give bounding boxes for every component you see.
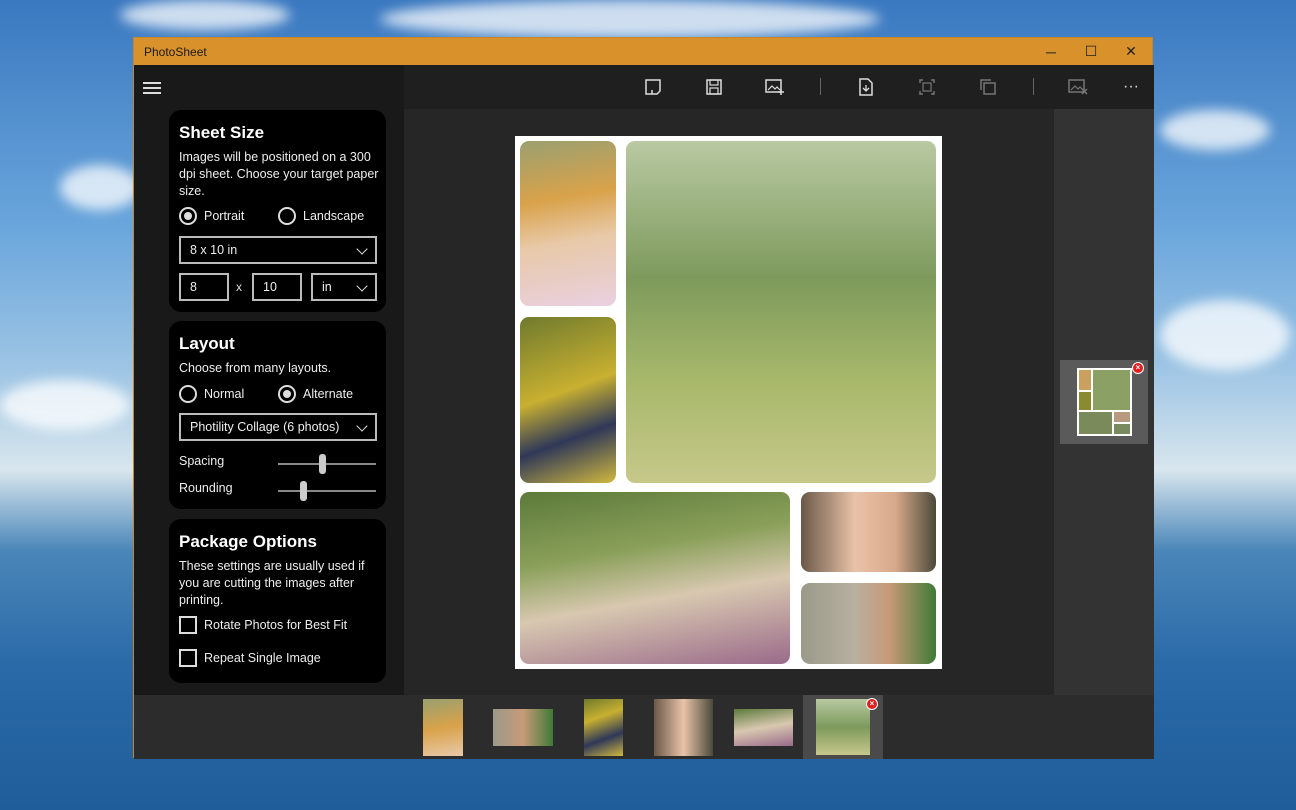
remove-page-icon[interactable]: × [1132,362,1144,374]
rounding-slider-thumb[interactable] [300,481,307,501]
more-icon[interactable]: ··· [1119,75,1143,99]
layout-description: Choose from many layouts. [179,361,332,375]
layout-card: Layout Choose from many layouts. Normal … [169,321,386,509]
export-page-icon[interactable] [854,75,878,99]
collage-photo-girl-flowers[interactable] [520,141,616,306]
radio-unselected-icon [179,385,197,403]
height-value: 10 [263,280,277,294]
desktop-cloud [1160,300,1290,370]
sheet-size-card: Sheet Size Images will be positioned on … [169,110,386,312]
minimize-button[interactable]: ─ [1031,38,1071,65]
maximize-button[interactable]: ☐ [1071,38,1111,65]
save-icon[interactable] [702,75,726,99]
new-sheet-icon[interactable] [641,75,665,99]
unit-dropdown[interactable]: in [311,273,377,301]
collage-photo-family-swing[interactable] [520,492,790,664]
normal-radio[interactable]: Normal [179,385,244,403]
strip-thumb-boy-flowers[interactable] [584,699,623,756]
crop-icon[interactable] [915,75,939,99]
image-strip: × [134,695,1154,759]
rounding-label: Rounding [179,481,233,495]
landscape-label: Landscape [303,209,365,223]
rotate-photos-label: Rotate Photos for Best Fit [204,618,348,632]
spacing-slider[interactable] [278,454,376,474]
layout-dropdown[interactable]: Photility Collage (6 photos) [179,413,377,441]
portrait-radio[interactable]: Portrait [179,207,244,225]
strip-thumb-girl-tree[interactable] [654,699,713,756]
package-heading: Package Options [179,532,317,551]
remove-image-icon[interactable] [1066,75,1090,99]
collage-photo-girl-tree[interactable] [801,492,936,572]
radio-selected-icon [278,385,296,403]
spacing-label: Spacing [179,454,225,468]
sheet-size-description: Images will be positioned on a 300 dpi s… [179,150,379,198]
sheet-size-heading: Sheet Size [179,123,265,142]
layout-heading: Layout [179,334,235,353]
checkbox-unchecked-icon [179,616,197,634]
unit-value: in [322,280,332,294]
spacing-slider-thumb[interactable] [319,454,326,474]
close-button[interactable]: ✕ [1111,38,1151,65]
chevron-down-icon [356,280,368,292]
width-field[interactable]: 8 [179,273,229,301]
strip-thumb-boy-tree[interactable] [493,709,553,746]
sheet-canvas [404,109,1054,695]
rounding-slider[interactable] [278,481,376,501]
remove-image-badge-icon[interactable]: × [866,698,878,710]
radio-selected-icon [179,207,197,225]
strip-thumb-family-running [816,699,870,755]
portrait-label: Portrait [204,209,245,223]
radio-unselected-icon [278,207,296,225]
chevron-down-icon [356,243,368,255]
hamburger-menu-icon[interactable] [143,82,161,94]
strip-thumb-family-swing[interactable] [734,709,793,746]
alternate-radio[interactable]: Alternate [278,385,353,403]
width-value: 8 [190,280,197,294]
toolbar-divider [820,78,821,95]
package-description: These settings are usually used if you a… [179,559,365,607]
copy-icon[interactable] [976,75,1000,99]
title-bar[interactable]: PhotoSheet ─ ☐ ✕ [134,38,1152,65]
strip-thumb-selected[interactable]: × [803,695,883,759]
page-thumbnail-image [1077,368,1132,436]
desktop-cloud [120,0,290,30]
app-window: PhotoSheet ─ ☐ ✕ Sheet Size Images will … [133,37,1154,759]
add-image-icon[interactable] [763,75,787,99]
height-field[interactable]: 10 [252,273,302,301]
command-bar: ··· [404,65,1154,109]
toolbar-divider [1033,78,1034,95]
collage-photo-boy-flowers[interactable] [520,317,616,483]
repeat-single-label: Repeat Single Image [204,651,321,665]
page-thumbnail[interactable]: × [1060,360,1148,444]
window-title: PhotoSheet [144,45,207,59]
desktop-cloud [1160,110,1270,150]
repeat-single-checkbox[interactable]: Repeat Single Image [179,649,321,667]
collage-photo-boy-tree[interactable] [801,583,936,664]
paper-size-dropdown[interactable]: 8 x 10 in [179,236,377,264]
desktop-cloud [380,0,880,38]
rotate-photos-checkbox[interactable]: Rotate Photos for Best Fit [179,616,347,634]
pages-panel: × [1054,109,1154,695]
normal-label: Normal [204,387,245,401]
alternate-label: Alternate [303,387,354,401]
collage-photo-family-running[interactable] [626,141,936,483]
landscape-radio[interactable]: Landscape [278,207,364,225]
desktop-cloud [0,380,130,430]
dimension-separator: x [236,280,242,294]
layout-value: Photility Collage (6 photos) [190,420,340,434]
checkbox-unchecked-icon [179,649,197,667]
chevron-down-icon [356,420,368,432]
package-options-card: Package Options These settings are usual… [169,519,386,683]
settings-pane: Sheet Size Images will be positioned on … [134,65,404,695]
paper-size-value: 8 x 10 in [190,243,238,257]
strip-thumb-girl-flowers[interactable] [423,699,463,756]
photo-sheet[interactable] [515,136,942,669]
desktop-cloud [60,165,140,210]
